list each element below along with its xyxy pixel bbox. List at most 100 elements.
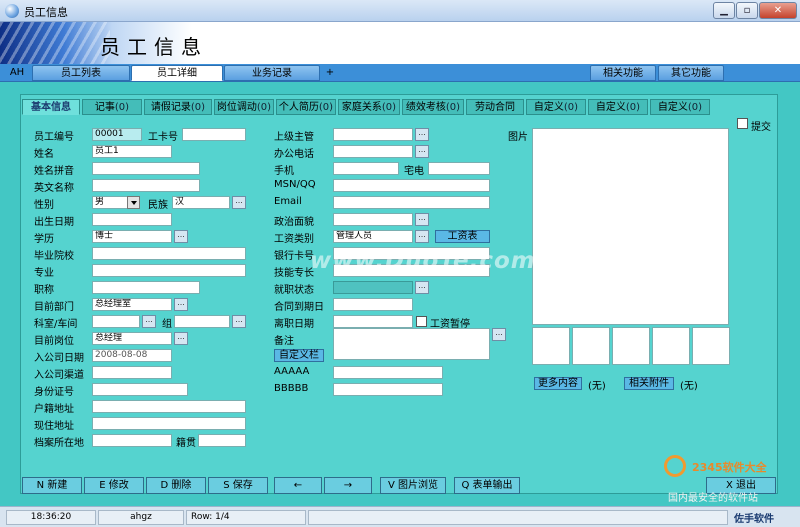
pay-table-button[interactable]: 工资表	[435, 230, 490, 243]
employee-number-field[interactable]: 00001	[92, 128, 142, 141]
photo-thumbnail[interactable]	[532, 327, 570, 365]
tab-family[interactable]: 家庭关系(0)	[338, 99, 400, 115]
nav-tab-business-records[interactable]: 业务记录	[224, 65, 320, 81]
pay-type-browse-button[interactable]: ...	[415, 230, 429, 243]
photo-thumbnail[interactable]	[612, 327, 650, 365]
pay-type-field[interactable]: 管理人员	[333, 230, 413, 243]
department-field[interactable]: 总经理室	[92, 298, 172, 311]
tab-label: 基本信息	[31, 102, 71, 113]
tab-custom-2[interactable]: 自定义(0)	[588, 99, 648, 115]
tab-performance[interactable]: 绩效考核(0)	[402, 99, 464, 115]
edit-button[interactable]: E 修改	[84, 477, 144, 494]
politics-field[interactable]	[333, 213, 413, 226]
id-number-field[interactable]	[92, 383, 188, 396]
image-browse-button[interactable]: V 图片浏览	[380, 477, 446, 494]
photo-box[interactable]	[532, 128, 729, 325]
attachments-button[interactable]: 相关附件	[624, 377, 674, 390]
more-content-button[interactable]: 更多内容	[534, 377, 582, 390]
post-field[interactable]: 总经理	[92, 332, 172, 345]
tab-label: 岗位调动	[216, 102, 257, 113]
current-address-field[interactable]	[92, 417, 246, 430]
form-export-button[interactable]: Q 表单输出	[454, 477, 520, 494]
tab-notes[interactable]: 记事(0)	[82, 99, 142, 115]
tab-custom-3[interactable]: 自定义(0)	[650, 99, 710, 115]
join-date-field[interactable]: 2008-08-08	[92, 349, 172, 362]
employment-status-field[interactable]	[333, 281, 413, 294]
note-field[interactable]	[333, 328, 490, 360]
app-globe-icon	[5, 4, 19, 18]
section-browse-button[interactable]: ...	[142, 315, 156, 328]
photo-thumbnail[interactable]	[572, 327, 610, 365]
new-button[interactable]: N 新建	[22, 477, 82, 494]
nav-tab-employee-detail[interactable]: 员工详细	[131, 65, 223, 81]
employment-status-browse-button[interactable]: ...	[415, 281, 429, 294]
next-button[interactable]: →	[324, 477, 372, 494]
email-field[interactable]	[333, 196, 490, 209]
section-field[interactable]	[92, 315, 140, 328]
mobile-field[interactable]	[333, 162, 399, 175]
school-field[interactable]	[92, 247, 246, 260]
department-browse-button[interactable]: ...	[174, 298, 188, 311]
delete-button[interactable]: D 删除	[146, 477, 206, 494]
tab-post-transfer[interactable]: 岗位调动(0)	[214, 99, 274, 115]
name-pinyin-field[interactable]	[92, 162, 200, 175]
office-phone-field[interactable]	[333, 145, 413, 158]
banner-decoration	[0, 22, 110, 64]
photo-thumbnail[interactable]	[652, 327, 690, 365]
group-browse-button[interactable]: ...	[232, 315, 246, 328]
group-field[interactable]	[174, 315, 230, 328]
ethnic-field[interactable]: 汉	[172, 196, 230, 209]
status-time: 18:36:20	[6, 510, 96, 525]
tab-resume[interactable]: 个人简历(0)	[276, 99, 336, 115]
ethnic-browse-button[interactable]: ...	[232, 196, 246, 209]
save-button[interactable]: S 保存	[208, 477, 268, 494]
pay-suspend-checkbox[interactable]	[416, 316, 427, 327]
tab-basic-info[interactable]: 基本信息	[22, 99, 80, 115]
chevron-down-icon[interactable]	[127, 196, 140, 209]
aaaaa-field[interactable]	[333, 366, 443, 379]
hukou-address-field[interactable]	[92, 400, 246, 413]
nav-tab-employee-list[interactable]: 员工列表	[32, 65, 130, 81]
close-button[interactable]: ✕	[759, 2, 797, 19]
tab-labor-contract[interactable]: 劳动合同	[466, 99, 524, 115]
supervisor-browse-button[interactable]: ...	[415, 128, 429, 141]
card-number-field[interactable]	[182, 128, 246, 141]
origin-field[interactable]	[198, 434, 246, 447]
politics-browse-button[interactable]: ...	[415, 213, 429, 226]
maximize-button[interactable]: ▫	[736, 2, 758, 19]
education-field[interactable]: 博士	[92, 230, 172, 243]
tab-count: (0)	[114, 102, 130, 113]
major-field[interactable]	[92, 264, 246, 277]
custom-columns-button[interactable]: 自定义栏	[274, 349, 324, 362]
education-label: 学历	[34, 234, 54, 245]
tab-label: 请假记录	[150, 102, 191, 113]
name-field[interactable]: 员工1	[92, 145, 172, 158]
nav-tab-ah[interactable]: AH	[2, 65, 32, 81]
brand-slogan: 国内最安全的软件站	[668, 493, 758, 504]
nav-add-tab-button[interactable]: +	[322, 65, 338, 81]
bbbbb-field[interactable]	[333, 383, 443, 396]
msn-qq-field[interactable]	[333, 179, 490, 192]
politics-label: 政治面貌	[274, 217, 314, 228]
leave-date-field[interactable]	[333, 315, 413, 328]
job-title-field[interactable]	[92, 281, 200, 294]
post-browse-button[interactable]: ...	[174, 332, 188, 345]
contract-expiry-field[interactable]	[333, 298, 413, 311]
home-phone-field[interactable]	[428, 162, 490, 175]
note-browse-button[interactable]: ...	[492, 328, 506, 341]
tab-custom-1[interactable]: 自定义(0)	[526, 99, 586, 115]
other-functions-button[interactable]: 其它功能	[658, 65, 724, 81]
tab-leave-records[interactable]: 请假记录(0)	[144, 99, 212, 115]
previous-button[interactable]: ←	[274, 477, 322, 494]
join-channel-field[interactable]	[92, 366, 172, 379]
archive-location-field[interactable]	[92, 434, 172, 447]
english-name-field[interactable]	[92, 179, 200, 192]
photo-thumbnail[interactable]	[692, 327, 730, 365]
education-browse-button[interactable]: ...	[174, 230, 188, 243]
supervisor-field[interactable]	[333, 128, 413, 141]
minimize-button[interactable]: ▁	[713, 2, 735, 19]
office-phone-browse-button[interactable]: ...	[415, 145, 429, 158]
related-functions-button[interactable]: 相关功能	[590, 65, 656, 81]
birth-date-field[interactable]	[92, 213, 172, 226]
submit-checkbox[interactable]	[737, 118, 748, 129]
